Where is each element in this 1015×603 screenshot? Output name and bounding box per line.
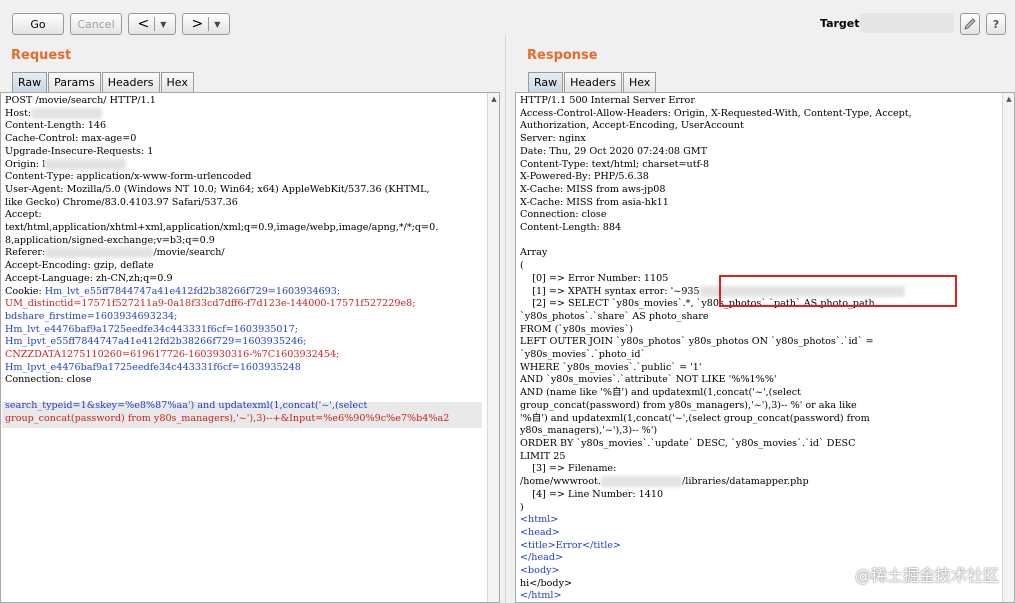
response-tab-headers[interactable]: Headers: [564, 72, 622, 92]
chevron-down-icon[interactable]: ▼: [160, 20, 166, 29]
scroll-up-icon[interactable]: ▲: [1003, 93, 1014, 105]
forward-arrow-icon: >: [191, 16, 204, 32]
go-label: Go: [30, 17, 46, 31]
response-tab-raw[interactable]: Raw: [528, 72, 564, 92]
response-editor[interactable]: HTTP/1.1 500 Internal Server Error Acces…: [515, 92, 1015, 603]
response-text[interactable]: HTTP/1.1 500 Internal Server Error Acces…: [520, 95, 912, 602]
request-text[interactable]: POST /movie/search/ HTTP/1.1 Host:xxxxxx…: [5, 95, 449, 425]
panel-divider[interactable]: [505, 36, 506, 603]
request-title: Request: [11, 48, 72, 63]
request-tab-params[interactable]: Params: [48, 72, 101, 92]
request-tabs: Raw Params Headers Hex: [12, 72, 195, 92]
request-scrollbar[interactable]: ▲: [487, 93, 499, 602]
edit-target-button[interactable]: [960, 13, 980, 35]
pencil-icon: [964, 18, 976, 30]
back-button[interactable]: < ▼: [128, 13, 176, 35]
help-button[interactable]: ?: [986, 13, 1006, 35]
back-arrow-icon: <: [137, 16, 150, 32]
request-tab-hex[interactable]: Hex: [160, 72, 194, 92]
highlight-box: [719, 275, 957, 307]
separator: [208, 17, 210, 31]
watermark: @稀土掘金技术社区: [854, 566, 999, 585]
request-tab-raw[interactable]: Raw: [12, 72, 48, 92]
target-label: Target:: [820, 17, 864, 30]
cancel-button[interactable]: Cancel: [70, 13, 122, 35]
help-icon: ?: [992, 17, 1000, 31]
response-title: Response: [527, 48, 598, 63]
scroll-up-icon[interactable]: ▲: [488, 93, 499, 105]
request-tab-headers[interactable]: Headers: [101, 72, 160, 92]
separator: [154, 17, 156, 31]
request-editor[interactable]: POST /movie/search/ HTTP/1.1 Host:xxxxxx…: [0, 92, 500, 603]
chevron-down-icon[interactable]: ▼: [214, 20, 220, 29]
target-value[interactable]: [860, 13, 954, 33]
go-button[interactable]: Go: [12, 13, 64, 35]
toolbar: Go Cancel < ▼ > ▼ Target: ?: [0, 0, 1015, 40]
response-tabs: Raw Headers Hex: [528, 72, 657, 92]
forward-button[interactable]: > ▼: [182, 13, 230, 35]
response-scrollbar[interactable]: ▲: [1002, 93, 1014, 602]
cancel-label: Cancel: [77, 17, 115, 31]
response-tab-hex[interactable]: Hex: [622, 72, 657, 92]
